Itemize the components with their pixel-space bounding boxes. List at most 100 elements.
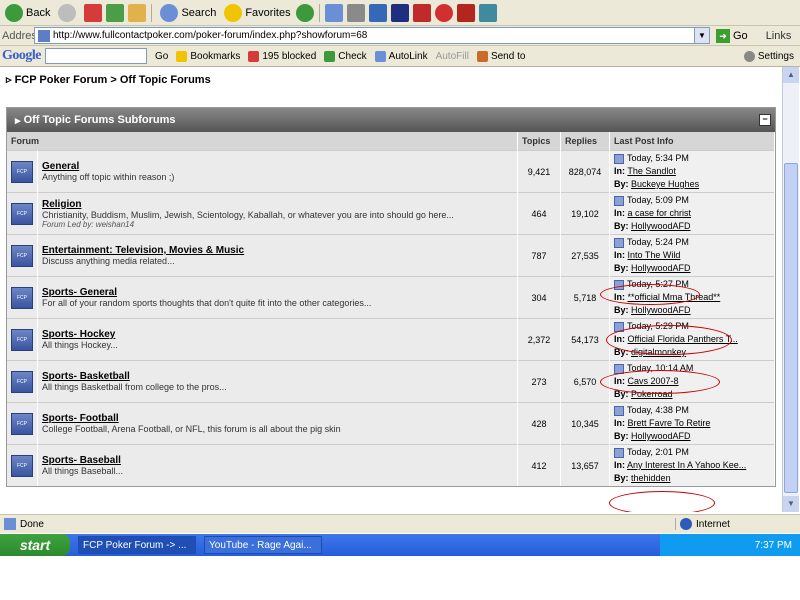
ap-icon[interactable] <box>390 3 409 22</box>
last-post-topic-link[interactable]: a case for christ <box>628 208 692 218</box>
chevron-down-icon[interactable]: ▼ <box>694 28 709 43</box>
last-post-cell: Today, 5:24 PM In: Into The Wild By: Holly… <box>609 234 775 277</box>
gear-icon <box>743 50 755 62</box>
forum-cell: Sports- Baseball All things Baseball... <box>37 444 518 486</box>
table-row: FCP Religion Christianity, Buddism, Muslim… <box>7 192 775 235</box>
last-post-topic-link[interactable]: Into The Wild <box>628 250 681 260</box>
annotation-circle <box>609 491 715 512</box>
last-post-topic-link[interactable]: The Sandlot <box>627 166 676 176</box>
forum-status-cell: FCP <box>7 444 38 486</box>
address-input[interactable]: http://www.fullcontactpoker.com/poker-fo… <box>34 27 710 44</box>
topics-count: 464 <box>517 192 561 235</box>
last-post-icon[interactable] <box>614 237 624 248</box>
history-icon[interactable] <box>295 3 314 22</box>
forum-cell: Religion Christianity, Buddism, Muslim, J… <box>37 192 518 235</box>
forum-status-icon: FCP <box>11 160 33 183</box>
status-text: Done <box>20 518 44 530</box>
forum-cell: Sports- Football College Football, Arena … <box>37 402 518 445</box>
taskbar-item-youtube[interactable]: YouTube - Rage Agai... <box>204 536 322 554</box>
scroll-up-arrow[interactable]: ▲ <box>783 67 799 83</box>
scroll-down-arrow[interactable]: ▼ <box>783 496 799 512</box>
last-post-icon[interactable] <box>614 153 624 164</box>
bookmarks-button[interactable]: Bookmarks <box>176 50 240 62</box>
last-post-icon[interactable] <box>614 405 624 416</box>
send-icon <box>476 50 488 62</box>
forum-name-link[interactable]: Sports- General <box>42 287 513 298</box>
go-button[interactable]: ➜ Go <box>716 28 748 43</box>
scroll-thumb[interactable] <box>784 163 798 493</box>
replies-count: 54,173 <box>560 318 610 361</box>
sendto-button[interactable]: Send to <box>476 50 525 62</box>
last-post-cell: Today, 5:09 PM In: a case for christ By: H… <box>609 192 775 235</box>
edit-icon[interactable] <box>368 3 387 22</box>
google-search-input[interactable] <box>45 48 147 64</box>
forum-status-cell: FCP <box>7 360 38 403</box>
autofill-button[interactable]: AutoFill <box>436 51 469 62</box>
google-logo: Google <box>2 48 42 63</box>
table-row: FCP Sports- Baseball All things Baseball..… <box>7 444 775 486</box>
mail-icon[interactable] <box>324 3 343 22</box>
b-icon[interactable] <box>434 3 453 22</box>
forum-name-link[interactable]: Sports- Baseball <box>42 455 513 466</box>
check-button[interactable]: Check <box>324 50 367 62</box>
forum-name-link[interactable]: Sports- Basketball <box>42 371 513 382</box>
taskbar-item-fcp[interactable]: FCP Poker Forum -> ... <box>78 536 196 554</box>
refresh-icon[interactable] <box>106 3 125 22</box>
forum-name-link[interactable]: Sports- Hockey <box>42 329 513 340</box>
forum-description: All things Basketball from college to th… <box>42 382 227 392</box>
forum-name-link[interactable]: General <box>42 161 513 172</box>
forum-name-link[interactable]: Sports- Football <box>42 413 513 424</box>
last-post-author-link[interactable]: HollywoodAFD <box>631 431 691 441</box>
annotation-circle <box>606 325 732 355</box>
last-post-author-link[interactable]: thehidden <box>631 473 671 483</box>
google-go-button[interactable]: Go <box>155 51 168 62</box>
replies-count: 19,102 <box>560 192 610 235</box>
forum-description: For all of your random sports thoughts t… <box>42 298 372 308</box>
table-row: FCP Sports- Football College Football, Are… <box>7 402 775 445</box>
poker-icon[interactable] <box>456 3 475 22</box>
forum-led-by: Forum Led by: weishan14 <box>42 219 135 229</box>
breadcrumb-current-link[interactable]: Off Topic Forums <box>120 74 211 86</box>
address-bar: Address http://www.fullcontactpoker.com/… <box>0 26 800 46</box>
table-row: FCP Entertainment: Television, Movies & M… <box>7 234 775 277</box>
settings-button[interactable]: Settings <box>743 50 794 62</box>
home-icon[interactable] <box>128 3 147 22</box>
vertical-scrollbar[interactable]: ▲ ▼ <box>782 67 799 512</box>
stop-icon[interactable] <box>84 3 103 22</box>
last-post-author-link[interactable]: HollywoodAFD <box>631 305 691 315</box>
last-post-time: Today, 2:01 PM <box>627 447 689 457</box>
last-post-author-link[interactable]: HollywoodAFD <box>631 263 691 273</box>
back-button[interactable]: Back <box>2 2 53 24</box>
spade-icon[interactable] <box>412 3 431 22</box>
print-icon[interactable] <box>346 3 365 22</box>
google-toolbar: Google Go Bookmarks 195 blocked Check Au… <box>0 46 800 67</box>
last-post-author-link[interactable]: Buckeye Hughes <box>631 179 699 189</box>
globe-icon <box>680 518 692 530</box>
last-post-time: Today, 5:09 PM <box>627 195 689 205</box>
collapse-button[interactable]: − <box>759 114 771 126</box>
page-done-icon <box>4 518 16 530</box>
favorites-button[interactable]: Favorites <box>221 2 293 24</box>
people-icon[interactable] <box>478 3 497 22</box>
autolink-button[interactable]: AutoLink <box>374 50 428 62</box>
breadcrumb-arrow-icon: ▹ <box>6 74 15 86</box>
last-post-author-link[interactable]: HollywoodAFD <box>631 221 691 231</box>
forum-name-link[interactable]: Entertainment: Television, Movies & Musi… <box>42 245 513 256</box>
last-post-time: Today, 5:24 PM <box>627 237 689 247</box>
search-button[interactable]: Search <box>157 2 219 24</box>
start-button[interactable]: start <box>0 534 70 556</box>
last-post-icon[interactable] <box>614 447 624 458</box>
last-post-topic-link[interactable]: Brett Favre To Retire <box>628 418 711 428</box>
forum-name-link[interactable]: Religion <box>42 199 513 210</box>
links-button[interactable]: Links <box>766 30 792 42</box>
forum-status-icon: FCP <box>11 202 33 225</box>
breadcrumb-root-link[interactable]: FCP Poker Forum <box>15 74 108 86</box>
forum-status-cell: FCP <box>7 150 38 193</box>
col-replies: Replies <box>560 132 610 151</box>
blocked-icon <box>248 50 260 62</box>
forum-table: Forum Topics Replies Last Post Info FCP G… <box>7 132 775 486</box>
last-post-topic-link[interactable]: Any Interest In A Yahoo Kee... <box>627 460 746 470</box>
popup-blocker[interactable]: 195 blocked <box>248 50 316 62</box>
forward-button[interactable] <box>55 2 82 24</box>
last-post-icon[interactable] <box>614 195 624 206</box>
